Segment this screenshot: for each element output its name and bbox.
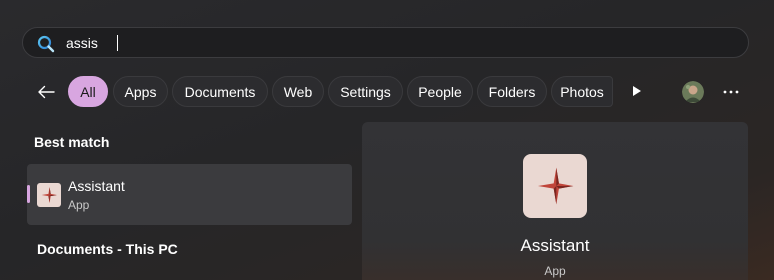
more-filters-button[interactable] bbox=[626, 80, 648, 102]
result-name: Assistant bbox=[68, 178, 125, 194]
search-icon bbox=[37, 35, 55, 53]
filter-chip-settings[interactable]: Settings bbox=[328, 76, 403, 107]
text-caret bbox=[117, 35, 118, 51]
avatar-icon bbox=[682, 81, 704, 103]
filter-chip-web[interactable]: Web bbox=[272, 76, 324, 107]
filter-chip-people[interactable]: People bbox=[407, 76, 473, 107]
filter-chip-all[interactable]: All bbox=[68, 76, 108, 107]
preview-app-name: Assistant bbox=[520, 236, 590, 255]
filter-chip-apps[interactable]: Apps bbox=[113, 76, 168, 107]
play-icon bbox=[633, 86, 641, 96]
filter-chip-documents[interactable]: Documents bbox=[172, 76, 268, 107]
assistant-app-icon[interactable] bbox=[523, 154, 587, 218]
best-match-result[interactable]: Assistant App bbox=[27, 164, 352, 225]
back-button[interactable] bbox=[34, 80, 58, 104]
preview-app-type: App bbox=[544, 264, 566, 278]
more-options-button[interactable] bbox=[719, 80, 743, 104]
selection-indicator bbox=[27, 185, 30, 203]
assistant-app-icon bbox=[37, 183, 61, 207]
search-box[interactable] bbox=[22, 27, 749, 58]
best-match-header: Best match bbox=[34, 134, 110, 150]
filter-chip-photos[interactable]: Photos bbox=[551, 76, 613, 107]
back-arrow-icon bbox=[38, 85, 55, 99]
search-input[interactable] bbox=[66, 31, 666, 55]
preview-panel: Assistant App bbox=[362, 122, 748, 280]
user-avatar[interactable] bbox=[682, 81, 704, 103]
documents-header: Documents - This PC bbox=[37, 241, 178, 257]
result-type: App bbox=[68, 198, 90, 212]
more-icon bbox=[723, 90, 739, 94]
filter-chip-folders[interactable]: Folders bbox=[477, 76, 547, 107]
